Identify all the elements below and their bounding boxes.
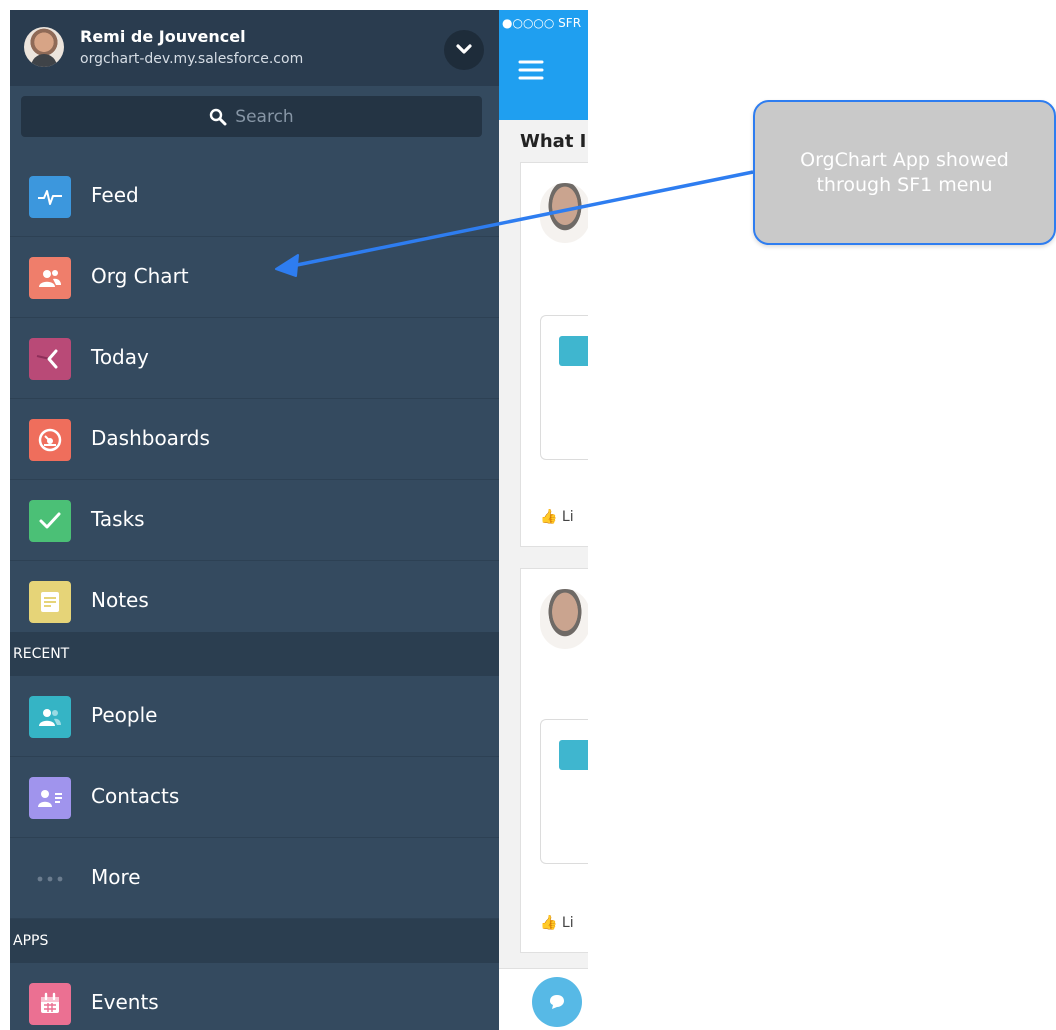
like-button[interactable]: 👍 Li xyxy=(540,915,574,931)
menu-item-events[interactable]: Events xyxy=(10,963,499,1030)
chat-bubble-icon xyxy=(550,995,564,1009)
menu-item-label: Tasks xyxy=(91,507,145,531)
menu-item-notes[interactable]: Notes xyxy=(10,561,499,642)
menu-item-label: Dashboards xyxy=(91,426,210,450)
side-menu: Remi de Jouvencel orgchart-dev.my.salesf… xyxy=(10,10,499,1030)
feed-icon xyxy=(29,176,71,218)
menu-item-people[interactable]: People xyxy=(10,676,499,757)
menu-item-org-chart[interactable]: Org Chart xyxy=(10,237,499,318)
dashboard-icon xyxy=(29,419,71,461)
search-icon xyxy=(210,108,227,125)
section-label: RECENT xyxy=(13,646,70,662)
menu-item-label: Org Chart xyxy=(91,264,189,288)
menu-item-label: People xyxy=(91,703,158,727)
menu-item-feed[interactable]: Feed xyxy=(10,156,499,237)
menu-item-more[interactable]: More xyxy=(10,838,499,919)
contacts-icon xyxy=(29,777,71,819)
app-header: ●○○○○ SFR xyxy=(499,10,588,120)
section-header-recent: RECENT xyxy=(10,632,499,676)
menu-item-today[interactable]: Today xyxy=(10,318,499,399)
carrier-status: ●○○○○ SFR xyxy=(502,16,582,30)
annotation-callout: OrgChart App showed through SF1 menu xyxy=(753,100,1056,245)
menu-item-tasks[interactable]: Tasks xyxy=(10,480,499,561)
like-label: Li xyxy=(561,915,574,931)
org-chart-icon xyxy=(29,257,71,299)
notes-icon xyxy=(29,581,71,623)
menu-item-label: Today xyxy=(91,345,149,369)
search-placeholder: Search xyxy=(235,106,294,127)
feed-post-card[interactable]: 👍 Li xyxy=(520,162,588,547)
menu-item-contacts[interactable]: Contacts xyxy=(10,757,499,838)
annotation-text: OrgChart App showed through SF1 menu xyxy=(800,148,1009,196)
events-icon xyxy=(29,983,71,1025)
feed-post-card[interactable]: 👍 Li xyxy=(520,568,588,953)
feed-preview[interactable]: ●○○○○ SFR What I 👍 Li 👍 Li xyxy=(499,10,588,1030)
menu-item-label: More xyxy=(91,865,141,889)
hamburger-menu-icon[interactable] xyxy=(518,58,546,82)
search-input[interactable]: Search xyxy=(21,96,482,137)
menu-item-label: Contacts xyxy=(91,784,180,808)
menu-item-label: Notes xyxy=(91,588,149,612)
menu-item-dashboards[interactable]: Dashboards xyxy=(10,399,499,480)
section-header-apps: APPS xyxy=(10,919,499,963)
account-switcher-button[interactable] xyxy=(444,30,484,70)
like-button[interactable]: 👍 Li xyxy=(540,509,574,525)
attachment-card[interactable] xyxy=(540,719,588,864)
avatar xyxy=(540,589,588,649)
menu-item-label: Events xyxy=(91,990,159,1014)
user-name: Remi de Jouvencel xyxy=(80,27,246,46)
like-label: Li xyxy=(561,509,574,525)
compose-button[interactable] xyxy=(532,977,582,1027)
contact-icon xyxy=(559,336,588,366)
menu-item-label: Feed xyxy=(91,183,139,207)
today-icon xyxy=(29,338,71,380)
feed-section-title: What I xyxy=(520,131,587,152)
avatar[interactable] xyxy=(24,27,64,67)
avatar xyxy=(540,183,588,243)
bottom-bar xyxy=(499,968,588,1030)
people-icon xyxy=(29,696,71,738)
contact-icon xyxy=(559,740,588,770)
user-org: orgchart-dev.my.salesforce.com xyxy=(80,51,304,67)
menu-header: Remi de Jouvencel orgchart-dev.my.salesf… xyxy=(10,10,499,86)
more-icon xyxy=(29,858,71,900)
tasks-icon xyxy=(29,500,71,542)
section-label: APPS xyxy=(13,933,49,949)
thumbs-up-icon: 👍 xyxy=(540,509,558,525)
chevron-down-icon xyxy=(456,44,472,54)
thumbs-up-icon: 👍 xyxy=(540,915,558,931)
attachment-card[interactable] xyxy=(540,315,588,460)
